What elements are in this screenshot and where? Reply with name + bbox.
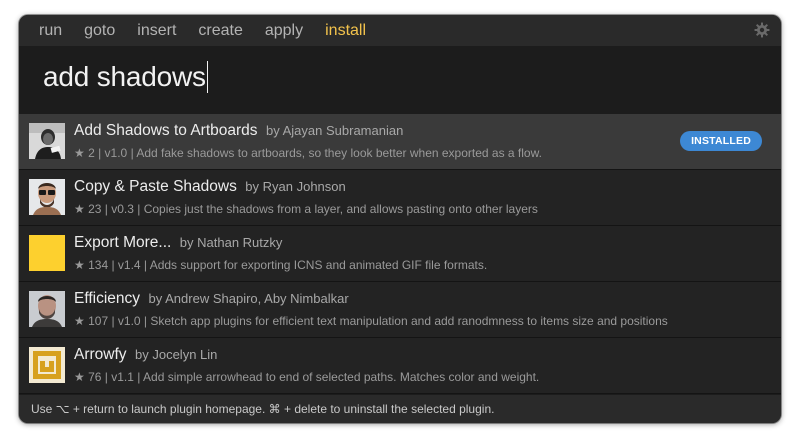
result-row[interactable]: Efficiency by Andrew Shapiro, Aby Nimbal… — [19, 282, 781, 338]
result-row[interactable]: Copy & Paste Shadows by Ryan Johnson ★ 2… — [19, 170, 781, 226]
footer-hint-bar: Use ⌥ + return to launch plugin homepage… — [19, 395, 781, 423]
search-field[interactable]: add shadows — [19, 46, 781, 113]
tab-create[interactable]: create — [198, 15, 242, 46]
plugin-author: by Jocelyn Lin — [135, 347, 218, 362]
result-title-line: Arrowfy by Jocelyn Lin — [74, 346, 217, 364]
arrowfy-logo-icon — [29, 347, 65, 383]
result-row[interactable]: Add Shadows to Artboards by Ajayan Subra… — [19, 114, 781, 170]
plugin-thumbnail — [29, 347, 65, 383]
plugin-title: Arrowfy — [74, 346, 127, 363]
plugin-title: Efficiency — [74, 290, 141, 307]
footer-hint: Use ⌥ + return to launch plugin homepage… — [31, 402, 495, 416]
result-title-line: Add Shadows to Artboards by Ajayan Subra… — [74, 122, 403, 140]
plugin-thumbnail — [29, 123, 65, 159]
plugin-author: by Ajayan Subramanian — [266, 123, 404, 138]
tab-run[interactable]: run — [39, 15, 62, 46]
plugin-author: by Nathan Rutzky — [179, 235, 283, 250]
plugin-title: Copy & Paste Shadows — [74, 178, 237, 195]
tab-bar: run goto insert create apply install — [19, 15, 781, 46]
result-title-line: Copy & Paste Shadows by Ryan Johnson — [74, 178, 346, 196]
result-title-line: Export More... by Nathan Rutzky — [74, 234, 282, 252]
plugin-meta: ★ 23 | v0.3 | Copies just the shadows fr… — [74, 202, 538, 216]
search-value: add shadows — [43, 61, 206, 92]
plugin-author: by Ryan Johnson — [245, 179, 346, 194]
results-list: Add Shadows to Artboards by Ajayan Subra… — [19, 114, 781, 394]
tab-goto[interactable]: goto — [84, 15, 115, 46]
plugin-meta: ★ 2 | v1.0 | Add fake shadows to artboar… — [74, 146, 542, 160]
search-input[interactable]: add shadows — [43, 61, 209, 93]
tab-apply[interactable]: apply — [265, 15, 303, 46]
plugin-thumbnail — [29, 179, 65, 215]
plugin-meta: ★ 107 | v1.0 | Sketch app plugins for ef… — [74, 314, 668, 328]
installed-badge: INSTALLED — [680, 131, 762, 151]
plugin-window: run goto insert create apply install add… — [19, 15, 781, 423]
plugin-thumbnail — [29, 291, 65, 327]
plugin-title: Add Shadows to Artboards — [74, 122, 258, 139]
tab-list: run goto insert create apply install — [39, 15, 388, 46]
gear-icon[interactable] — [754, 22, 770, 38]
text-caret — [206, 61, 209, 93]
plugin-title: Export More... — [74, 234, 172, 251]
plugin-meta: ★ 134 | v1.4 | Adds support for exportin… — [74, 258, 488, 272]
plugin-meta: ★ 76 | v1.1 | Add simple arrowhead to en… — [74, 370, 540, 384]
plugin-author: by Andrew Shapiro, Aby Nimbalkar — [148, 291, 349, 306]
result-title-line: Efficiency by Andrew Shapiro, Aby Nimbal… — [74, 290, 349, 308]
tab-install[interactable]: install — [325, 15, 366, 46]
result-row[interactable]: Export More... by Nathan Rutzky ★ 134 | … — [19, 226, 781, 282]
tab-insert[interactable]: insert — [137, 15, 176, 46]
result-row[interactable]: Arrowfy by Jocelyn Lin ★ 76 | v1.1 | Add… — [19, 338, 781, 394]
plugin-thumbnail — [29, 235, 65, 271]
